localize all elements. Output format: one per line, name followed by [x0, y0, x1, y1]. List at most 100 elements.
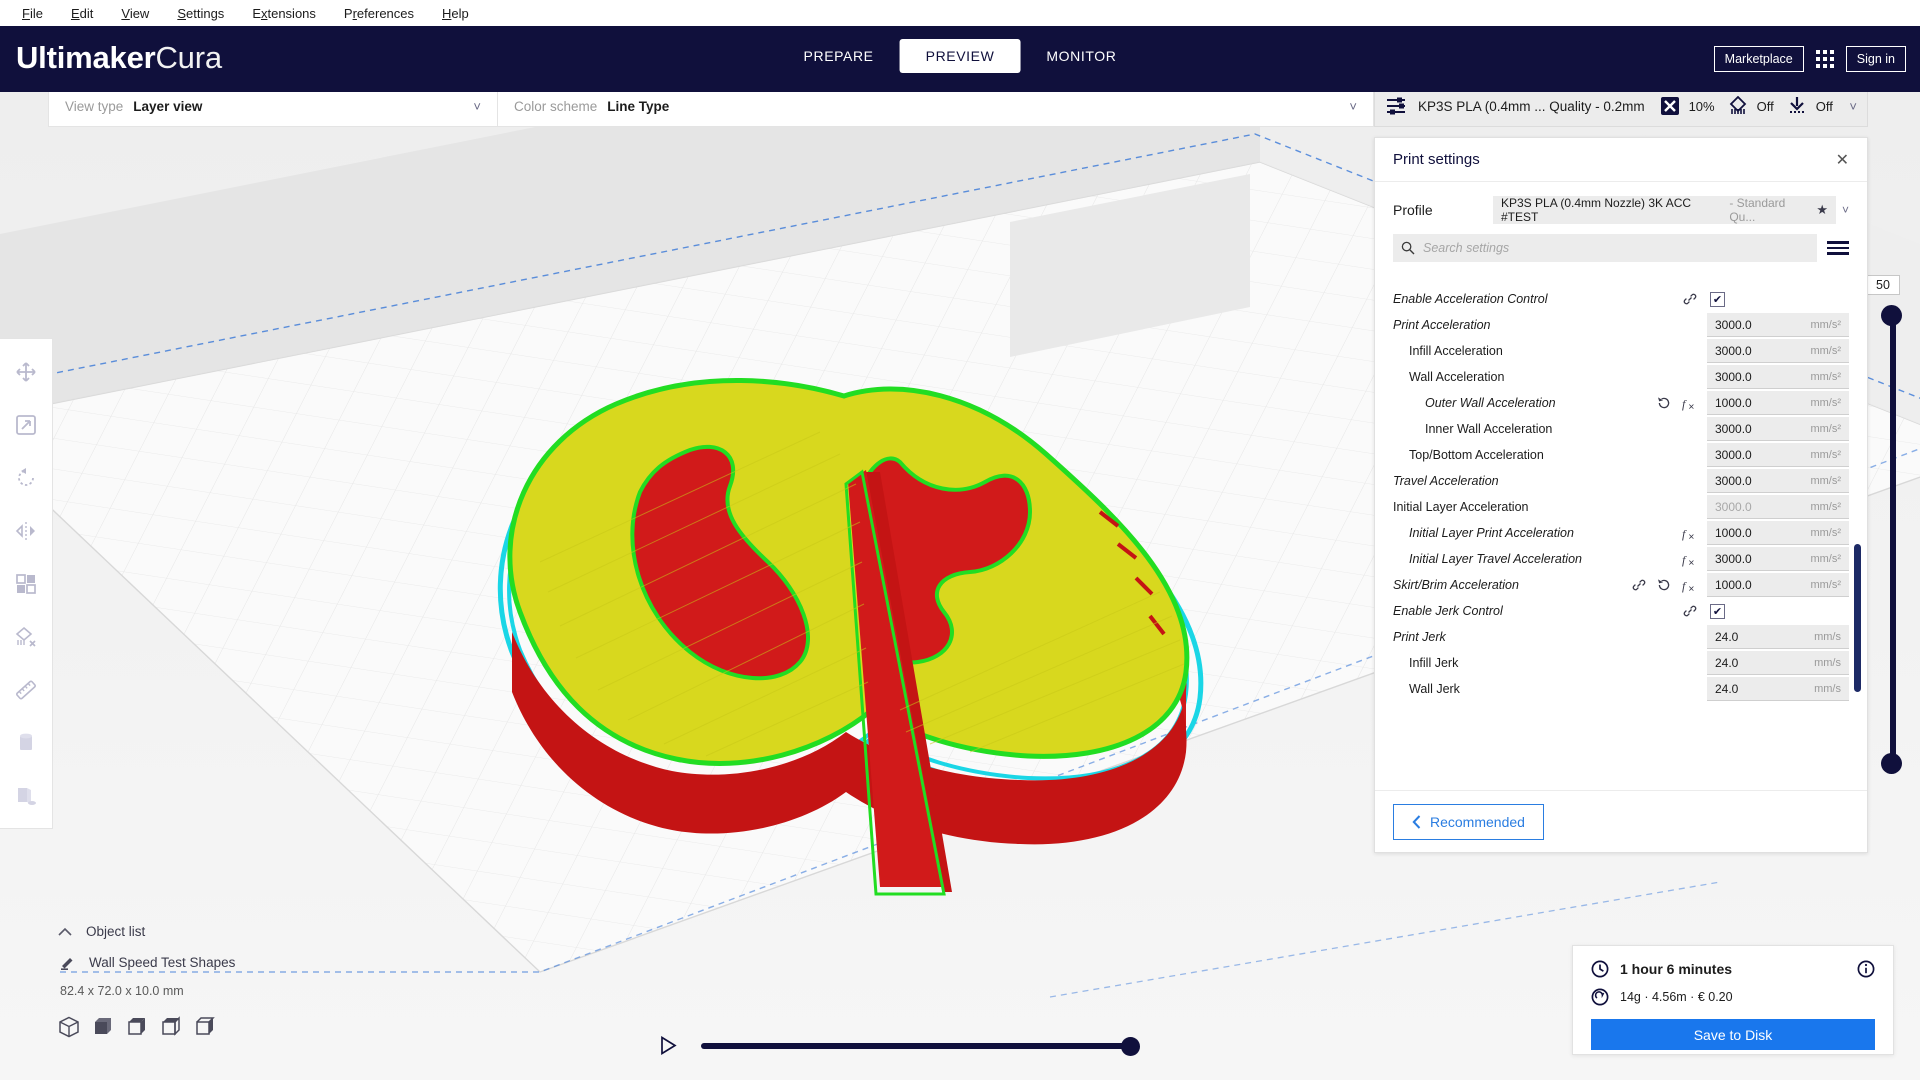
revert-icon[interactable] — [1657, 396, 1671, 410]
tab-preview[interactable]: PREVIEW — [899, 39, 1021, 73]
tool-measure[interactable] — [0, 663, 52, 716]
setting-value: 3000.0 — [1715, 343, 1752, 358]
view-3d-icon[interactable] — [58, 1016, 80, 1038]
layer-slider-bottom-handle[interactable] — [1881, 753, 1902, 774]
setting-row[interactable]: Enable Jerk Control ✔ — [1393, 598, 1849, 624]
setting-row[interactable]: Wall Jerk 24.0 mm/s — [1393, 676, 1849, 702]
setting-value-input[interactable]: 1000.0 mm/s² — [1707, 391, 1849, 415]
svg-text:✕: ✕ — [1688, 532, 1695, 541]
save-to-disk-button[interactable]: Save to Disk — [1591, 1019, 1875, 1050]
menu-bar: File Edit View Settings Extensions Prefe… — [0, 0, 1920, 26]
recommended-mode-button[interactable]: Recommended — [1393, 803, 1544, 840]
view-top-icon[interactable] — [126, 1016, 148, 1038]
tool-mirror[interactable] — [0, 504, 52, 557]
formula-icon[interactable]: f ✕ — [1682, 552, 1697, 567]
revert-icon[interactable] — [1657, 578, 1671, 592]
formula-icon[interactable]: f ✕ — [1682, 396, 1697, 411]
object-name: Wall Speed Test Shapes — [89, 955, 236, 970]
tool-move[interactable] — [0, 345, 52, 398]
settings-visibility-menu-icon[interactable] — [1827, 241, 1849, 255]
setting-value-input[interactable]: 24.0 mm/s — [1707, 625, 1849, 649]
menu-item-view[interactable]: View — [107, 3, 163, 24]
setting-row[interactable]: Travel Acceleration 3000.0 mm/s² — [1393, 468, 1849, 494]
formula-icon[interactable]: f ✕ — [1682, 526, 1697, 541]
setting-label: Outer Wall Acceleration — [1425, 396, 1556, 410]
app-grid-icon[interactable] — [1815, 50, 1834, 68]
panel-title: Print settings — [1393, 151, 1480, 168]
formula-icon[interactable]: f ✕ — [1682, 578, 1697, 593]
setting-row[interactable]: Wall Acceleration 3000.0 mm/s² — [1393, 364, 1849, 390]
tool-support-blocker[interactable] — [0, 610, 52, 663]
setting-value-input[interactable]: 3000.0 mm/s² — [1707, 547, 1849, 571]
layer-slider-top-handle[interactable] — [1881, 305, 1902, 326]
setting-row[interactable]: Print Acceleration 3000.0 mm/s² — [1393, 312, 1849, 338]
tool-per-model-settings[interactable] — [0, 557, 52, 610]
object-list-panel: Object list Wall Speed Test Shapes 82.4 … — [58, 924, 388, 1038]
chevron-down-icon[interactable]: ˅ — [1836, 203, 1849, 217]
menu-item-preferences[interactable]: Preferences — [330, 3, 428, 24]
link-icon[interactable] — [1683, 292, 1697, 306]
menu-item-file[interactable]: File — [8, 3, 57, 24]
tab-monitor[interactable]: MONITOR — [1020, 39, 1142, 73]
tool-rotate[interactable] — [0, 451, 52, 504]
setting-value-input[interactable]: 3000.0 mm/s² — [1707, 443, 1849, 467]
menu-item-extensions[interactable]: Extensions — [238, 3, 330, 24]
chevron-down-icon[interactable]: ˅ — [1849, 99, 1857, 114]
search-settings-box[interactable] — [1393, 234, 1817, 262]
marketplace-button[interactable]: Marketplace — [1713, 46, 1804, 72]
menu-item-settings[interactable]: Settings — [163, 3, 238, 24]
close-icon[interactable]: ✕ — [1836, 150, 1849, 170]
setting-value-input[interactable]: 3000.0 mm/s² — [1707, 469, 1849, 493]
setting-row[interactable]: Enable Acceleration Control ✔ — [1393, 286, 1849, 312]
setting-row[interactable]: Infill Acceleration 3000.0 mm/s² — [1393, 338, 1849, 364]
setting-value-input[interactable]: 3000.0 mm/s² — [1707, 313, 1849, 337]
view-left-icon[interactable] — [160, 1016, 182, 1038]
setting-row[interactable]: Initial Layer Acceleration 3000.0 mm/s² — [1393, 494, 1849, 520]
search-input[interactable] — [1423, 241, 1809, 255]
setting-value-input[interactable]: 24.0 mm/s — [1707, 677, 1849, 701]
object-list-toggle[interactable]: Object list — [58, 924, 388, 939]
menu-item-help[interactable]: Help — [428, 3, 483, 24]
setting-value-input[interactable]: 1000.0 mm/s² — [1707, 573, 1849, 597]
setting-value-input[interactable]: 3000.0 mm/s² — [1707, 339, 1849, 363]
profile-select[interactable]: KP3S PLA (0.4mm Nozzle) 3K ACC #TEST - S… — [1493, 196, 1836, 224]
menu-item-edit[interactable]: Edit — [57, 3, 107, 24]
setting-value-input[interactable]: 24.0 mm/s — [1707, 651, 1849, 675]
setting-row[interactable]: Top/Bottom Acceleration 3000.0 mm/s² — [1393, 442, 1849, 468]
svg-text:✕: ✕ — [1688, 402, 1695, 411]
playback-slider[interactable] — [701, 1036, 1140, 1056]
settings-scrollbar[interactable] — [1854, 544, 1861, 692]
tool-cylinder[interactable] — [0, 716, 52, 769]
setting-value-input[interactable]: 3000.0 mm/s² — [1707, 495, 1849, 519]
setting-row[interactable]: Initial Layer Travel Acceleration f ✕ 3000.… — [1393, 546, 1849, 572]
setting-checkbox[interactable]: ✔ — [1710, 291, 1725, 307]
tool-shape[interactable] — [0, 769, 52, 822]
view-right-icon[interactable] — [194, 1016, 216, 1038]
setting-value-input[interactable]: 3000.0 mm/s² — [1707, 417, 1849, 441]
setting-value-input[interactable]: 1000.0 mm/s² — [1707, 521, 1849, 545]
view-front-icon[interactable] — [92, 1016, 114, 1038]
setting-icons: f ✕ — [1682, 552, 1707, 567]
star-icon[interactable]: ★ — [1816, 202, 1828, 218]
layer-slider-track[interactable] — [1890, 313, 1896, 768]
setting-label: Initial Layer Travel Acceleration — [1409, 552, 1582, 566]
tool-scale[interactable] — [0, 398, 52, 451]
setting-row[interactable]: Initial Layer Print Acceleration f ✕ 1000.0… — [1393, 520, 1849, 546]
playback-slider-handle[interactable] — [1121, 1036, 1140, 1056]
sign-in-button[interactable]: Sign in — [1845, 46, 1906, 72]
setting-unit: mm/s² — [1810, 422, 1841, 435]
setting-checkbox[interactable]: ✔ — [1710, 603, 1725, 619]
info-icon[interactable] — [1857, 960, 1875, 978]
setting-row[interactable]: Outer Wall Acceleration f ✕ 1000.0 mm/s² — [1393, 390, 1849, 416]
setting-value-input[interactable]: 3000.0 mm/s² — [1707, 365, 1849, 389]
setting-row[interactable]: Print Jerk 24.0 mm/s — [1393, 624, 1849, 650]
setting-row[interactable]: Skirt/Brim Acceleration f ✕ 1000.0 mm/s² — [1393, 572, 1849, 598]
play-icon[interactable] — [660, 1036, 677, 1055]
object-list-item[interactable]: Wall Speed Test Shapes — [58, 955, 388, 970]
tab-prepare[interactable]: PREPARE — [778, 39, 900, 73]
setting-row[interactable]: Inner Wall Acceleration 3000.0 mm/s² — [1393, 416, 1849, 442]
setting-row[interactable]: Infill Jerk 24.0 mm/s — [1393, 650, 1849, 676]
settings-list[interactable]: Enable Acceleration Control ✔ Print Accele… — [1375, 286, 1867, 790]
link-icon[interactable] — [1683, 604, 1697, 618]
link-icon[interactable] — [1632, 578, 1646, 592]
